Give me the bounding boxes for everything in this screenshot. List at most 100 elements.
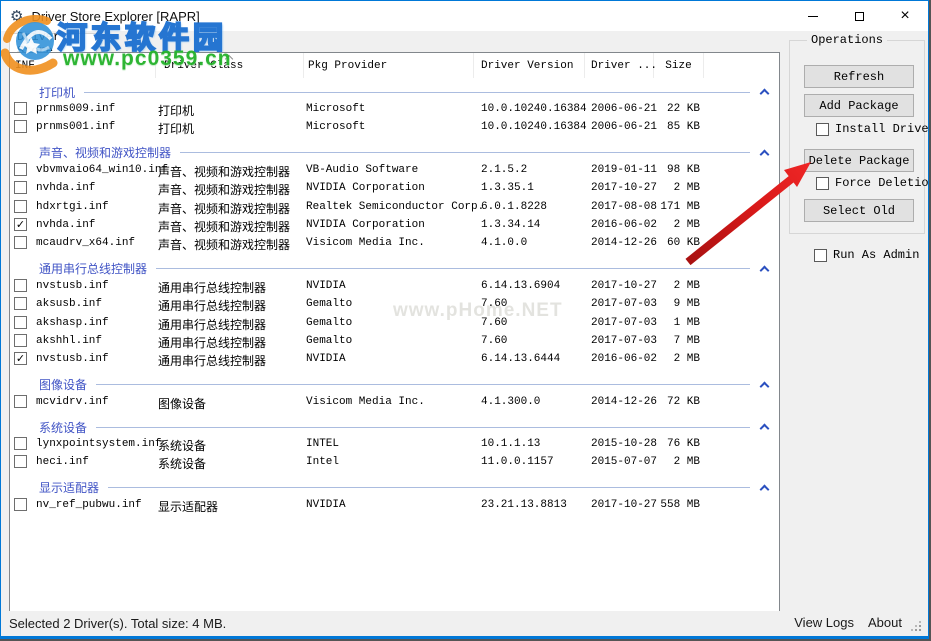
add-package-button[interactable]: Add Package <box>804 94 914 117</box>
cell-size: 85 KB <box>654 121 700 133</box>
select-old-button[interactable]: Select Old <box>804 199 914 222</box>
row-checkbox[interactable] <box>14 334 27 347</box>
run-as-admin-checkbox[interactable] <box>814 249 827 262</box>
column-header-inf[interactable]: INF <box>10 53 156 78</box>
row-checkbox[interactable] <box>14 163 27 176</box>
force-deletion-checkbox-row[interactable]: Force Deletion <box>816 176 929 190</box>
cell-driver-class: 通用串行总线控制器 <box>158 297 266 314</box>
minimize-button[interactable] <box>790 1 836 31</box>
cell-size: 2 MB <box>654 280 700 292</box>
cell-pkg-provider: Realtek Semiconductor Corp. <box>306 201 484 213</box>
cell-driver-version: 11.0.0.1157 <box>481 456 554 468</box>
row-checkbox[interactable] <box>14 455 27 468</box>
row-checkbox[interactable] <box>14 120 27 133</box>
driver-row[interactable]: nv_ref_pubwu.inf显示适配器NVIDIA23.21.13.8813… <box>10 496 779 514</box>
cell-size: 72 KB <box>654 396 700 408</box>
row-checkbox[interactable] <box>14 395 27 408</box>
cell-size: 2 MB <box>654 219 700 231</box>
resize-grip[interactable] <box>919 629 921 631</box>
cell-driver-version: 7.60 <box>481 298 507 310</box>
cell-driver-class: 通用串行总线控制器 <box>158 316 266 333</box>
collapse-chevron-icon[interactable] <box>760 381 770 391</box>
driver-row[interactable]: mcvidrv.inf图像设备Visicom Media Inc.4.1.300… <box>10 393 779 411</box>
cell-driver-class: 声音、视频和游戏控制器 <box>158 236 290 253</box>
install-driver-label: Install Driver <box>835 122 929 136</box>
cell-pkg-provider: VB-Audio Software <box>306 164 418 176</box>
install-driver-checkbox[interactable] <box>816 123 829 136</box>
cell-size: 2 MB <box>654 353 700 365</box>
cell-pkg-provider: Gemalto <box>306 298 352 310</box>
row-checkbox[interactable] <box>14 437 27 450</box>
driver-row[interactable]: aksusb.inf通用串行总线控制器Gemalto7.602017-07-03… <box>10 295 779 313</box>
refresh-button[interactable]: Refresh <box>804 65 914 88</box>
cell-inf: nvhda.inf <box>36 182 95 194</box>
column-header-driver-class[interactable]: Driver Class <box>156 53 304 78</box>
run-as-admin-checkbox-row[interactable]: Run As Admin <box>814 248 919 262</box>
column-header-driver-date[interactable]: Driver ... <box>585 53 654 78</box>
maximize-button[interactable] <box>836 1 882 31</box>
driver-row[interactable]: hdxrtgi.inf声音、视频和游戏控制器Realtek Semiconduc… <box>10 198 779 216</box>
column-header-driver-version[interactable]: Driver Version <box>474 53 585 78</box>
close-icon: × <box>900 8 909 24</box>
column-header-size[interactable]: Size <box>654 53 704 78</box>
cell-inf: nvstusb.inf <box>36 280 109 292</box>
driver-row[interactable]: mcaudrv_x64.inf声音、视频和游戏控制器Visicom Media … <box>10 234 779 252</box>
group-header: 通用串行总线控制器 <box>10 261 779 277</box>
cell-size: 60 KB <box>654 237 700 249</box>
row-checkbox[interactable] <box>14 316 27 329</box>
cell-driver-date: 2014-12-26 <box>591 237 657 249</box>
driver-row[interactable]: lynxpointsystem.inf系统设备INTEL10.1.1.13201… <box>10 435 779 453</box>
title-bar: ⚙ Driver Store Explorer [RAPR] × <box>1 1 928 31</box>
row-checkbox[interactable] <box>14 102 27 115</box>
driver-row[interactable]: ✓nvstusb.inf通用串行总线控制器NVIDIA6.14.13.64442… <box>10 350 779 368</box>
row-checkbox[interactable]: ✓ <box>14 218 27 231</box>
close-button[interactable]: × <box>882 1 928 31</box>
collapse-chevron-icon[interactable] <box>760 265 770 275</box>
force-deletion-checkbox[interactable] <box>816 177 829 190</box>
driver-row[interactable]: nvhda.inf声音、视频和游戏控制器NVIDIA Corporation1.… <box>10 179 779 197</box>
group-header: 声音、视频和游戏控制器 <box>10 145 779 161</box>
row-checkbox[interactable] <box>14 498 27 511</box>
driver-row[interactable]: akshhl.inf通用串行总线控制器Gemalto7.602017-07-03… <box>10 332 779 350</box>
cell-pkg-provider: NVIDIA <box>306 353 346 365</box>
collapse-chevron-icon[interactable] <box>760 149 770 159</box>
collapse-chevron-icon[interactable] <box>760 484 770 494</box>
row-checkbox[interactable] <box>14 279 27 292</box>
driver-row[interactable]: nvstusb.inf通用串行总线控制器NVIDIA6.14.13.690420… <box>10 277 779 295</box>
row-checkbox[interactable] <box>14 200 27 213</box>
row-checkbox[interactable] <box>14 181 27 194</box>
cell-driver-version: 10.1.1.13 <box>481 438 540 450</box>
column-label: Driver ... <box>591 60 657 72</box>
cell-inf: prnms009.inf <box>36 103 115 115</box>
cell-driver-version: 6.14.13.6444 <box>481 353 560 365</box>
cell-driver-date: 2017-10-27 <box>591 182 657 194</box>
cell-driver-class: 声音、视频和游戏控制器 <box>158 218 290 235</box>
run-as-admin-label: Run As Admin <box>833 248 919 262</box>
about-link[interactable]: About <box>868 615 902 630</box>
cell-inf: akshasp.inf <box>36 317 109 329</box>
driver-row[interactable]: prnms001.inf打印机Microsoft10.0.10240.16384… <box>10 118 779 136</box>
column-header-pkg-provider[interactable]: Pkg Provider <box>304 53 474 78</box>
delete-package-button[interactable]: Delete Package <box>804 149 914 172</box>
window-controls: × <box>790 1 928 31</box>
collapse-chevron-icon[interactable] <box>760 424 770 434</box>
driver-row[interactable]: prnms009.inf打印机Microsoft10.0.10240.16384… <box>10 100 779 118</box>
group-divider <box>84 92 750 93</box>
collapse-chevron-icon[interactable] <box>760 89 770 99</box>
cell-pkg-provider: Microsoft <box>306 121 365 133</box>
group-title: 系统设备 <box>39 419 87 436</box>
row-checkbox[interactable]: ✓ <box>14 352 27 365</box>
driver-row[interactable]: heci.inf系统设备Intel11.0.0.11572015-07-072 … <box>10 453 779 471</box>
tab-driver-store[interactable]: Driver Store <box>9 33 97 53</box>
driver-row[interactable]: ✓nvhda.inf声音、视频和游戏控制器NVIDIA Corporation1… <box>10 216 779 234</box>
view-logs-link[interactable]: View Logs <box>794 615 854 630</box>
cell-driver-class: 图像设备 <box>158 395 206 412</box>
cell-driver-date: 2006-06-21 <box>591 103 657 115</box>
cell-driver-class: 系统设备 <box>158 437 206 454</box>
cell-driver-date: 2017-08-08 <box>591 201 657 213</box>
driver-row[interactable]: vbvmvaio64_win10.inf声音、视频和游戏控制器VB-Audio … <box>10 161 779 179</box>
row-checkbox[interactable] <box>14 236 27 249</box>
install-driver-checkbox-row[interactable]: Install Driver <box>816 122 929 136</box>
row-checkbox[interactable] <box>14 297 27 310</box>
driver-row[interactable]: akshasp.inf通用串行总线控制器Gemalto7.602017-07-0… <box>10 314 779 332</box>
